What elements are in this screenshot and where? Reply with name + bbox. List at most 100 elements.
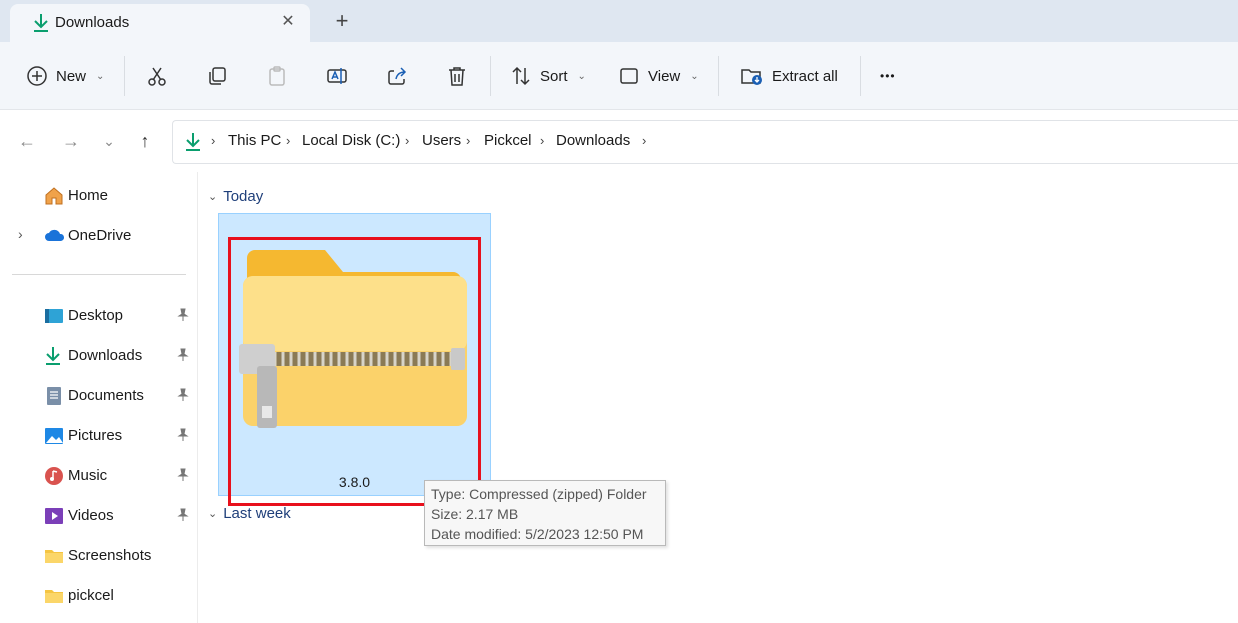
new-label: New (56, 67, 87, 85)
tab-downloads[interactable]: Downloads ✕ (10, 4, 310, 42)
sidebar-item-desktop[interactable]: Desktop (0, 302, 198, 330)
pin-icon[interactable] (176, 468, 192, 484)
separator (124, 56, 125, 96)
breadcrumb-chevron-icon: › (540, 133, 545, 148)
group-label: Today (223, 188, 264, 205)
navigation-pane: Home › OneDrive Desktop Downloads Docume… (0, 172, 198, 623)
sidebar-item-label: Videos (68, 507, 114, 524)
breadcrumb-chevron-icon: › (211, 133, 216, 148)
onedrive-icon (44, 226, 65, 246)
group-header-today[interactable]: ⌄ Today (208, 188, 263, 205)
breadcrumb-local-disk[interactable]: Local Disk (C:) (302, 132, 400, 149)
sort-button[interactable]: Sort ⌄ (510, 60, 586, 92)
breadcrumb-chevron-icon: › (642, 133, 647, 148)
tab-title: Downloads (55, 14, 130, 31)
sidebar-item-videos[interactable]: Videos (0, 502, 198, 530)
close-tab-icon[interactable]: ✕ (276, 10, 300, 34)
downloads-icon (44, 346, 64, 366)
pin-icon[interactable] (176, 508, 192, 524)
view-icon (620, 68, 638, 84)
tooltip-type: Type: Compressed (zipped) Folder (431, 486, 647, 502)
chevron-down-icon: ⌄ (96, 70, 105, 82)
breadcrumb-chevron-icon: › (466, 133, 471, 148)
back-arrow-icon[interactable]: ← (16, 130, 38, 152)
chevron-down-icon: ⌄ (208, 191, 218, 203)
extract-icon (741, 69, 762, 85)
sidebar-item-label: OneDrive (68, 227, 132, 244)
sidebar-item-music[interactable]: Music (0, 462, 198, 490)
share-icon (388, 67, 407, 85)
more-icon: ••• (880, 69, 896, 83)
copy-icon (209, 67, 226, 85)
sort-icon (512, 66, 530, 86)
sidebar-item-screenshots[interactable]: Screenshots (0, 542, 198, 570)
breadcrumb-pickcel[interactable]: Pickcel (484, 132, 532, 149)
breadcrumb-this-pc[interactable]: This PC (228, 132, 281, 149)
separator (490, 56, 491, 96)
sidebar-item-onedrive[interactable]: › OneDrive (0, 222, 198, 250)
cut-button[interactable] (146, 60, 168, 92)
sidebar-item-label: Home (68, 187, 109, 204)
chevron-down-icon: ⌄ (208, 508, 218, 520)
breadcrumb-downloads[interactable]: Downloads (556, 132, 630, 149)
pin-icon[interactable] (176, 348, 192, 364)
tooltip-size: Size: 2.17 MB (431, 506, 519, 522)
sort-label: Sort (540, 67, 568, 85)
breadcrumb-users[interactable]: Users (422, 132, 461, 149)
expand-chevron-icon[interactable]: › (18, 226, 23, 242)
paste-button[interactable] (266, 60, 288, 92)
sidebar-item-label: Desktop (68, 307, 124, 324)
forward-arrow-icon[interactable]: → (60, 130, 82, 152)
sidebar-item-label: Screenshots (68, 547, 152, 564)
breadcrumb-chevron-icon: › (405, 133, 410, 148)
sidebar-item-label: Music (68, 467, 108, 484)
file-tooltip: Type: Compressed (zipped) Folder Size: 2… (424, 480, 666, 546)
pin-icon[interactable] (176, 428, 192, 444)
sidebar-item-home[interactable]: Home (0, 182, 198, 210)
sidebar-item-label: Downloads (68, 347, 143, 364)
home-icon (44, 186, 64, 206)
view-button[interactable]: View ⌄ (618, 60, 699, 92)
sidebar-item-label: pickcel (68, 587, 114, 604)
download-icon (184, 132, 202, 157)
pin-icon[interactable] (176, 388, 192, 404)
view-label: View (648, 67, 681, 85)
extract-all-button[interactable]: Extract all (740, 60, 838, 92)
group-header-last-week[interactable]: ⌄ Last week (208, 505, 291, 522)
group-label: Last week (223, 505, 291, 522)
cut-icon (148, 67, 166, 86)
chevron-down-icon: ⌄ (690, 70, 699, 82)
videos-icon (44, 506, 64, 526)
delete-button[interactable] (446, 60, 468, 92)
rename-icon (327, 68, 347, 84)
sidebar-item-label: Documents (68, 387, 144, 404)
pictures-icon (44, 426, 64, 446)
chevron-down-icon: ⌄ (577, 70, 586, 82)
folder-icon (44, 546, 64, 566)
recent-chevron-icon[interactable]: ⌄ (98, 130, 120, 152)
desktop-icon (44, 306, 64, 326)
share-button[interactable] (386, 60, 408, 92)
trash-icon (449, 67, 465, 86)
copy-button[interactable] (206, 60, 228, 92)
rename-button[interactable] (326, 60, 348, 92)
tab-bar: Downloads ✕ + (0, 0, 1238, 42)
folder-icon (44, 586, 64, 606)
up-arrow-icon[interactable]: ↑ (134, 130, 156, 152)
separator (718, 56, 719, 96)
new-button[interactable]: New ⌄ (26, 60, 104, 92)
sidebar-item-documents[interactable]: Documents (0, 382, 198, 410)
plus-circle-icon (27, 66, 47, 86)
more-options-button[interactable]: ••• (880, 60, 896, 92)
highlight-box (228, 237, 481, 506)
separator (860, 56, 861, 96)
new-tab-button[interactable]: + (330, 10, 354, 34)
sidebar-item-downloads[interactable]: Downloads (0, 342, 198, 370)
sidebar-item-pickcel[interactable]: pickcel (0, 582, 198, 610)
paste-icon (269, 66, 285, 86)
pin-icon[interactable] (176, 308, 192, 324)
command-bar: New ⌄ Sort ⌄ View ⌄ Extract all ••• (0, 42, 1238, 110)
breadcrumb-chevron-icon: › (286, 133, 291, 148)
extract-all-label: Extract all (772, 67, 838, 85)
sidebar-item-pictures[interactable]: Pictures (0, 422, 198, 450)
